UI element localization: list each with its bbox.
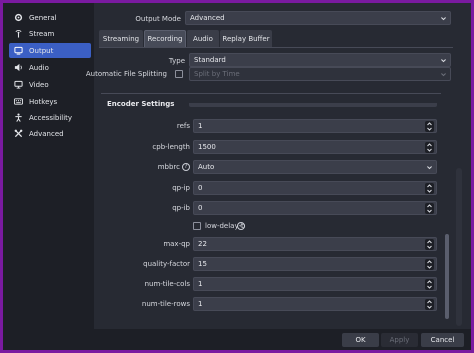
tab-label: Replay Buffer bbox=[222, 34, 270, 43]
sidebar-item-hotkeys[interactable]: Hotkeys bbox=[9, 94, 91, 109]
qp-ip-label: qp-ip bbox=[172, 184, 190, 192]
chevron-down-icon bbox=[440, 71, 447, 78]
sidebar-item-label: Output bbox=[29, 46, 54, 55]
help-icon[interactable]: ? bbox=[237, 222, 245, 230]
chevron-down-icon bbox=[440, 15, 447, 22]
encoder-settings-title: Encoder Settings bbox=[107, 100, 175, 108]
tab-label: Audio bbox=[193, 34, 213, 43]
sidebar-item-label: Accessibility bbox=[29, 113, 73, 122]
qp-ib-label: qp-ib bbox=[172, 204, 190, 212]
type-label: Type bbox=[168, 57, 185, 65]
sidebar-item-label: Audio bbox=[29, 63, 49, 72]
spin-arrows-icon[interactable] bbox=[425, 259, 434, 270]
cpb-length-label: cpb-length bbox=[152, 143, 190, 151]
mbbrc-select[interactable]: Auto bbox=[193, 160, 437, 174]
output-mode-label: Output Mode bbox=[135, 15, 181, 23]
cancel-label: Cancel bbox=[430, 336, 455, 344]
qp-ib-value: 0 bbox=[198, 204, 203, 212]
wrench-icon bbox=[12, 128, 24, 140]
sidebar-item-label: Hotkeys bbox=[29, 97, 58, 106]
ok-label: OK bbox=[355, 336, 366, 344]
spin-arrows-icon[interactable] bbox=[425, 239, 434, 250]
refs-label: refs bbox=[176, 122, 190, 130]
keyboard-icon bbox=[12, 96, 24, 108]
tab-audio[interactable]: Audio bbox=[187, 30, 219, 47]
sidebar-item-label: Advanced bbox=[29, 129, 64, 138]
tab-label: Streaming bbox=[102, 34, 140, 43]
max-qp-spinbox[interactable]: 22 bbox=[193, 237, 437, 251]
quality-factor-label: quality-factor bbox=[143, 260, 190, 268]
type-select[interactable]: Standard bbox=[189, 53, 451, 67]
spin-arrows-icon[interactable] bbox=[425, 142, 434, 153]
max-qp-value: 22 bbox=[198, 240, 207, 248]
num-tile-cols-value: 1 bbox=[198, 280, 203, 288]
apply-label: Apply bbox=[389, 336, 410, 344]
qp-ib-spinbox[interactable]: 0 bbox=[193, 201, 437, 215]
output-mode-select[interactable]: Advanced bbox=[185, 11, 451, 25]
num-tile-rows-label: num-tile-rows bbox=[141, 300, 190, 308]
clipped-field bbox=[189, 103, 437, 107]
outer-scrollbar[interactable] bbox=[456, 168, 462, 326]
sidebar-item-stream[interactable]: Stream bbox=[9, 26, 91, 41]
chevron-down-icon bbox=[426, 164, 433, 171]
inner-scrollbar-thumb[interactable] bbox=[445, 234, 449, 319]
file-splitting-checkbox[interactable] bbox=[175, 70, 183, 78]
tab-divider bbox=[99, 47, 453, 48]
refs-value: 1 bbox=[198, 122, 203, 130]
speaker-icon bbox=[12, 62, 24, 74]
monitor-icon bbox=[12, 79, 24, 91]
sidebar-item-label: General bbox=[29, 13, 57, 22]
spin-arrows-icon[interactable] bbox=[425, 279, 434, 290]
refs-spinbox[interactable]: 1 bbox=[193, 119, 437, 133]
mbbrc-label: mbbrc bbox=[157, 163, 180, 171]
num-tile-cols-spinbox[interactable]: 1 bbox=[193, 277, 437, 291]
accessibility-icon bbox=[12, 112, 24, 124]
sidebar-item-output[interactable]: Output bbox=[9, 43, 91, 58]
file-splitting-label: Automatic File Splitting bbox=[85, 70, 167, 78]
num-tile-cols-label: num-tile-cols bbox=[144, 280, 190, 288]
qp-ip-value: 0 bbox=[198, 184, 203, 192]
type-value: Standard bbox=[194, 56, 226, 64]
qp-ip-spinbox[interactable]: 0 bbox=[193, 181, 437, 195]
tab-recording[interactable]: Recording bbox=[144, 30, 186, 47]
sidebar-item-accessibility[interactable]: Accessibility bbox=[9, 110, 91, 125]
settings-sidebar: General Stream Output Audio Video Hotkey… bbox=[3, 3, 91, 350]
chevron-down-icon bbox=[440, 57, 447, 64]
help-icon[interactable]: ? bbox=[182, 163, 190, 171]
cpb-length-spinbox[interactable]: 1500 bbox=[193, 140, 437, 154]
sidebar-item-video[interactable]: Video bbox=[9, 77, 91, 92]
output-icon bbox=[12, 45, 24, 57]
mbbrc-value: Auto bbox=[198, 163, 215, 171]
max-qp-label: max-qp bbox=[163, 240, 190, 248]
sidebar-item-general[interactable]: General bbox=[9, 10, 91, 25]
tab-label: Recording bbox=[147, 35, 183, 43]
cancel-button[interactable]: Cancel bbox=[421, 333, 464, 347]
tab-replay-buffer[interactable]: Replay Buffer bbox=[220, 30, 272, 47]
spin-arrows-icon[interactable] bbox=[425, 203, 434, 214]
antenna-icon bbox=[12, 28, 24, 40]
sidebar-item-label: Video bbox=[29, 80, 49, 89]
tab-streaming[interactable]: Streaming bbox=[99, 30, 143, 47]
sidebar-item-audio[interactable]: Audio bbox=[9, 60, 91, 75]
low-delay-b-checkbox[interactable] bbox=[193, 222, 201, 230]
split-mode-value: Split by Time bbox=[194, 70, 240, 78]
apply-button[interactable]: Apply bbox=[381, 333, 418, 347]
ok-button[interactable]: OK bbox=[342, 333, 379, 347]
sidebar-item-advanced[interactable]: Advanced bbox=[9, 126, 91, 141]
quality-factor-spinbox[interactable]: 15 bbox=[193, 257, 437, 271]
spin-arrows-icon[interactable] bbox=[425, 121, 434, 132]
sidebar-item-label: Stream bbox=[29, 29, 55, 38]
split-mode-select[interactable]: Split by Time bbox=[189, 67, 451, 81]
spin-arrows-icon[interactable] bbox=[425, 183, 434, 194]
num-tile-rows-spinbox[interactable]: 1 bbox=[193, 297, 437, 311]
num-tile-rows-value: 1 bbox=[198, 300, 203, 308]
quality-factor-value: 15 bbox=[198, 260, 207, 268]
cpb-length-value: 1500 bbox=[198, 143, 216, 151]
settings-window: General Stream Output Audio Video Hotkey… bbox=[3, 3, 471, 350]
gear-icon bbox=[12, 12, 24, 24]
output-mode-value: Advanced bbox=[190, 14, 225, 22]
spin-arrows-icon[interactable] bbox=[425, 299, 434, 310]
